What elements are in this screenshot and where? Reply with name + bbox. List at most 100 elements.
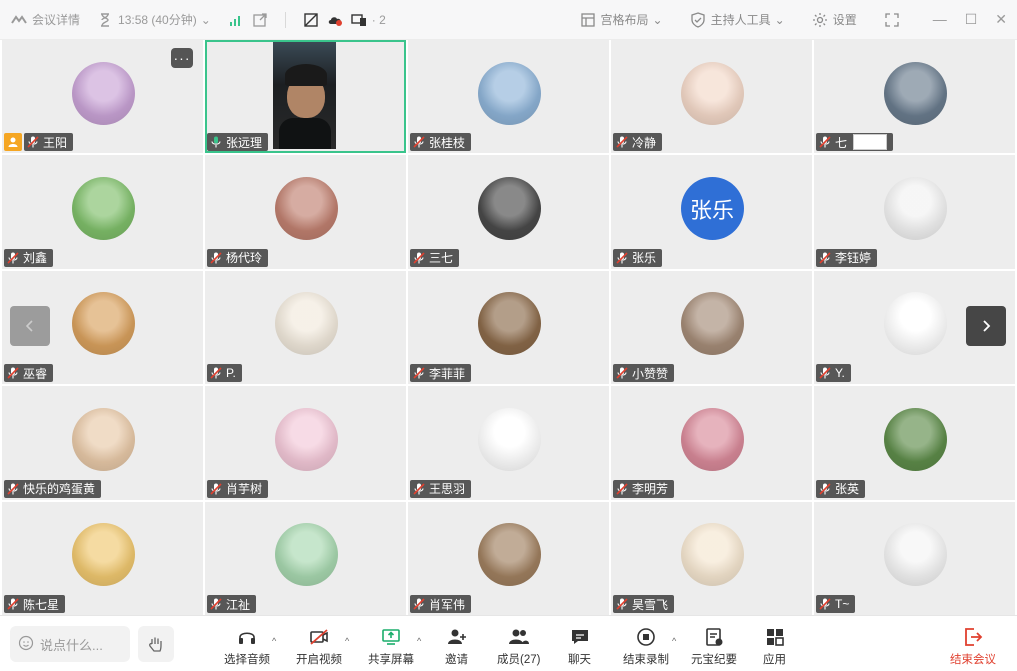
participant-name: 刘鑫 [23, 251, 48, 266]
meeting-timer[interactable]: 13:58 (40分钟) ⌄ [96, 11, 211, 29]
participant-name: 陈七星 [23, 597, 60, 612]
video-button[interactable]: 开启视频 [296, 626, 342, 667]
participant-tile[interactable]: 王思羽 [408, 386, 609, 500]
apps-button[interactable]: 应用 [763, 626, 786, 667]
meeting-details[interactable]: 会议详情 [10, 11, 80, 29]
more-options-button[interactable]: ··· [171, 48, 193, 68]
members-icon [508, 629, 529, 644]
participant-tile[interactable]: 肖军伟 [408, 501, 609, 615]
participant-tile[interactable]: 李明芳 [611, 386, 812, 500]
participant-tile[interactable]: 李钰婷 [814, 155, 1015, 269]
participant-tile[interactable]: P. [205, 270, 406, 385]
chat-label: 聊天 [568, 654, 591, 666]
participant-tile[interactable]: 张远理 [205, 40, 406, 154]
name-redaction [853, 134, 888, 151]
participant-tile[interactable]: 昊雪飞 [611, 501, 812, 615]
audio-button[interactable]: 选择音频 [224, 626, 270, 667]
end-recording-button[interactable]: 结束录制 [623, 626, 669, 667]
participant-tile[interactable]: 李菲菲 [408, 270, 609, 385]
participant-tile[interactable]: 张英 [814, 386, 1015, 500]
mic-muted-icon [209, 482, 223, 496]
record-stop-icon [637, 628, 655, 646]
avatar [680, 523, 744, 587]
screen-share-icon [350, 11, 368, 29]
members-button[interactable]: 成员(27) [497, 626, 540, 667]
participant-tile[interactable]: ··· 王阳 [2, 40, 203, 154]
name-tag: 冷静 [613, 133, 663, 152]
invite-button[interactable]: 邀请 [445, 626, 468, 667]
participant-tile[interactable]: 江祉 [205, 501, 406, 615]
host-tools-label: 主持人工具 [710, 13, 771, 27]
name-tag: 肖芋树 [207, 479, 269, 498]
participant-tile[interactable]: 肖芋树 [205, 386, 406, 500]
cloud-record-icon[interactable] [326, 11, 344, 29]
emoji-icon[interactable] [18, 635, 34, 654]
participant-name: 李菲菲 [429, 366, 466, 381]
end-meeting-button[interactable]: 结束会议 [950, 626, 996, 667]
close-icon[interactable]: ✕ [995, 11, 1007, 28]
layout-button[interactable]: 宫格布局 ⌄ [579, 11, 663, 29]
participant-name: 昊雪飞 [632, 597, 669, 612]
share-screen-button[interactable]: 共享屏幕 [368, 626, 414, 667]
mic-muted-icon [615, 482, 629, 496]
avatar [680, 292, 744, 356]
settings-button[interactable]: 设置 [811, 11, 857, 29]
watermark-off-icon[interactable] [302, 11, 320, 29]
mic-muted-icon [818, 597, 832, 611]
add-user-icon [447, 629, 466, 644]
participant-name: 肖军伟 [429, 597, 466, 612]
host-tools-button[interactable]: 主持人工具 ⌄ [689, 11, 785, 29]
gear-icon [811, 11, 829, 29]
mic-muted-icon [6, 482, 20, 496]
chat-button[interactable]: 聊天 [568, 626, 591, 667]
minimize-icon[interactable]: — [933, 11, 947, 28]
mic-muted-icon [818, 251, 832, 265]
camera-off-icon [310, 629, 328, 645]
participant-tile[interactable]: 三七 [408, 155, 609, 269]
signal-icon[interactable] [227, 11, 245, 29]
participant-tile[interactable]: 七 [814, 40, 1015, 154]
fullscreen-icon[interactable] [883, 11, 901, 29]
previous-page-button[interactable] [10, 306, 50, 346]
next-page-button[interactable] [966, 306, 1006, 346]
record-label: 结束录制 [623, 654, 669, 666]
chat-input[interactable]: 说点什么... [10, 626, 130, 662]
participant-name: 巫睿 [23, 366, 48, 381]
external-window-icon[interactable] [251, 11, 269, 29]
share-options-chevron-icon[interactable]: ^ [417, 636, 421, 646]
chevron-left-icon [25, 320, 33, 332]
name-tag: 李钰婷 [816, 248, 878, 267]
participant-tile[interactable]: 冷静 [611, 40, 812, 154]
mic-muted-icon [209, 366, 223, 380]
raise-hand-button[interactable] [138, 626, 174, 662]
screen-share-status[interactable]: · 2 [350, 11, 386, 29]
participant-tile[interactable]: 小赞赞 [611, 270, 812, 385]
mic-muted-icon [412, 251, 426, 265]
participant-tile[interactable]: 陈七星 [2, 501, 203, 615]
participant-tile[interactable]: 杨代玲 [205, 155, 406, 269]
name-tag: 王思羽 [410, 479, 472, 498]
participant-tile[interactable]: 张乐 张乐 [611, 155, 812, 269]
record-options-chevron-icon[interactable]: ^ [672, 636, 676, 646]
participant-grid: ··· 王阳 张远理 张桂枝 冷静七刘鑫 杨代玲 三七 张乐 张乐 李钰婷 巫睿 P. 李菲菲 小赞赞 Y.… [0, 40, 1017, 615]
participant-tile[interactable]: 刘鑫 [2, 155, 203, 269]
video-options-chevron-icon[interactable]: ^ [345, 636, 349, 646]
participant-tile[interactable]: 张桂枝 [408, 40, 609, 154]
name-tag: 七 [816, 133, 894, 152]
participant-tile[interactable]: 快乐的鸡蛋黄 [2, 386, 203, 500]
name-tag: 陈七星 [4, 595, 66, 613]
audio-options-chevron-icon[interactable]: ^ [272, 636, 276, 646]
participant-name: 三七 [429, 251, 454, 266]
maximize-icon[interactable]: ☐ [965, 11, 978, 28]
chat-icon [571, 630, 588, 644]
avatar [883, 523, 947, 587]
hourglass-icon [96, 11, 114, 29]
participant-name: 李钰婷 [835, 251, 872, 266]
mic-muted-icon [26, 135, 40, 149]
name-tag: 李明芳 [613, 479, 675, 498]
name-tag: 张乐 [613, 248, 663, 267]
participant-tile[interactable]: T~ [814, 501, 1015, 615]
mic-muted-icon [412, 482, 426, 496]
avatar: 张乐 [680, 177, 744, 241]
minutes-button[interactable]: 元宝纪要 [691, 626, 737, 667]
